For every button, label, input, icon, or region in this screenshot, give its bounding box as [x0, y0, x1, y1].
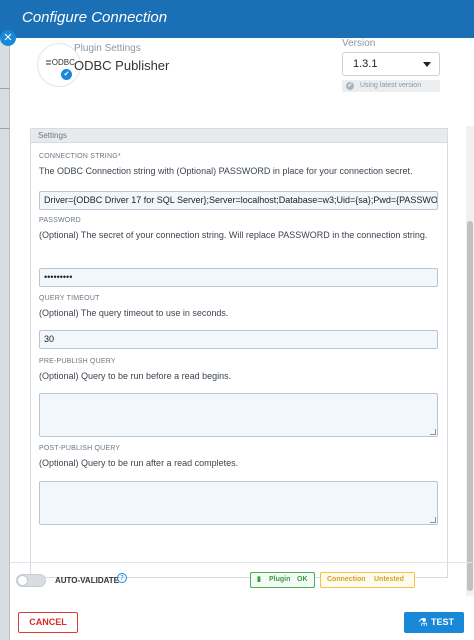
- pre-publish-query-label: PRE-PUBLISH QUERY: [39, 358, 116, 365]
- connection-status-value: Untested: [374, 576, 404, 583]
- plugin-status-value: OK: [297, 576, 308, 583]
- settings-section: Settings CONNECTION STRING* The ODBC Con…: [30, 128, 448, 578]
- query-timeout-label: QUERY TIMEOUT: [39, 295, 100, 302]
- plugin-name: ODBC Publisher: [74, 58, 170, 73]
- pre-publish-query-description: (Optional) Query to be run before a read…: [39, 371, 232, 381]
- check-circle-icon: ✔: [346, 82, 354, 90]
- resize-handle-icon[interactable]: [430, 517, 436, 523]
- background-sidebar: [0, 38, 10, 640]
- scrollbar[interactable]: [466, 126, 474, 596]
- database-icon: ≣: [45, 58, 52, 67]
- cancel-button[interactable]: CANCEL: [18, 612, 78, 633]
- resize-handle-icon[interactable]: [430, 429, 436, 435]
- pre-publish-query-input[interactable]: [39, 393, 438, 437]
- version-status-badge: ✔ Using latest version: [342, 80, 440, 92]
- version-select[interactable]: 1.3.1: [342, 52, 440, 76]
- plugin-status-badge: ▮ Plugin OK: [250, 572, 315, 588]
- plugin-status-label: Plugin: [269, 576, 291, 583]
- test-button[interactable]: ⚗ TEST: [404, 612, 464, 633]
- password-label: PASSWORD: [39, 217, 81, 224]
- plugin-logo-label: ODBC: [51, 58, 75, 67]
- version-status-text: Using latest version: [360, 82, 422, 89]
- query-timeout-description: (Optional) The query timeout to use in s…: [39, 308, 229, 318]
- close-icon[interactable]: ✕: [0, 30, 16, 46]
- query-timeout-input[interactable]: 30: [39, 330, 438, 349]
- flask-icon: ⚗: [418, 616, 428, 629]
- caret-down-icon: [423, 62, 431, 67]
- password-input[interactable]: •••••••••: [39, 268, 438, 287]
- auto-validate-toggle[interactable]: [16, 574, 46, 587]
- connection-string-description: The ODBC Connection string with (Optiona…: [39, 166, 413, 176]
- dialog-title: Configure Connection: [22, 9, 168, 26]
- post-publish-query-description: (Optional) Query to be run after a read …: [39, 458, 239, 468]
- help-icon[interactable]: ?: [117, 573, 127, 583]
- auto-validate-label: AUTO-VALIDATE: [55, 576, 119, 585]
- dialog-header: Configure Connection: [0, 0, 474, 38]
- version-label: Version: [342, 38, 376, 49]
- divider: [0, 128, 10, 129]
- footer-divider: [10, 562, 474, 563]
- test-button-label: TEST: [431, 617, 455, 627]
- password-description: (Optional) The secret of your connection…: [39, 230, 428, 240]
- connection-string-label: CONNECTION STRING*: [39, 153, 121, 160]
- connection-status-badge: Connection Untested: [320, 572, 415, 588]
- scrollbar-thumb[interactable]: [467, 221, 473, 591]
- plug-icon: ▮: [257, 576, 261, 583]
- post-publish-query-input[interactable]: [39, 481, 438, 525]
- toggle-knob: [17, 575, 28, 586]
- plugin-settings-label: Plugin Settings: [74, 43, 141, 54]
- version-value: 1.3.1: [353, 58, 378, 70]
- divider: [0, 88, 10, 89]
- connection-status-label: Connection: [327, 576, 366, 583]
- dialog-panel: ≣ODBC ✔ Plugin Settings ODBC Publisher V…: [10, 38, 474, 640]
- connection-string-input[interactable]: Driver={ODBC Driver 17 for SQL Server};S…: [39, 191, 438, 210]
- checkmark-icon: ✔: [60, 68, 73, 81]
- post-publish-query-label: POST-PUBLISH QUERY: [39, 445, 121, 452]
- settings-header: Settings: [31, 129, 447, 143]
